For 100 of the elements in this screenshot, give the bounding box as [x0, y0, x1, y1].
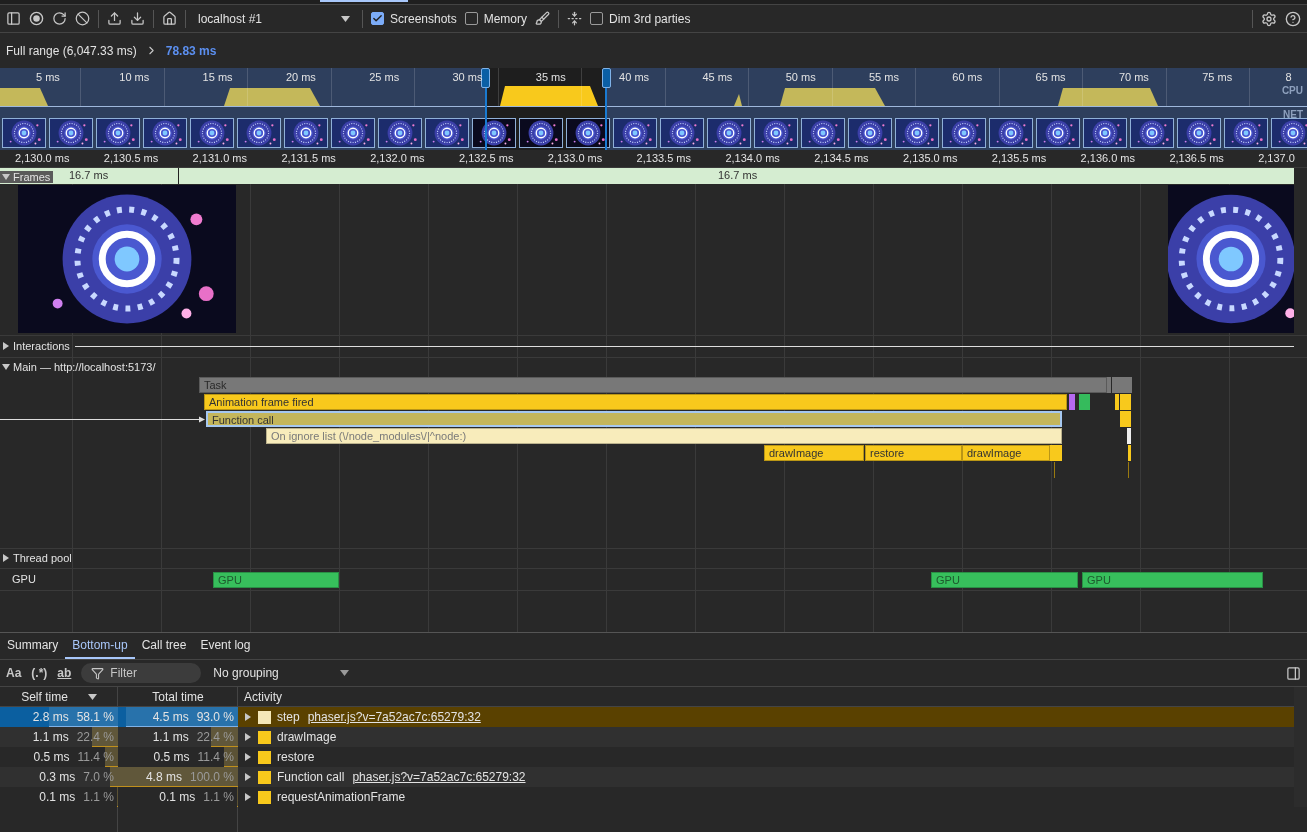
download-icon[interactable]	[130, 11, 145, 26]
checkbox[interactable]	[464, 12, 478, 25]
expand-icon[interactable]	[2, 554, 10, 562]
match-toggle[interactable]: (.*)	[31, 666, 48, 680]
sidebar-toggle-icon[interactable]	[1286, 665, 1301, 681]
track-header[interactable]: Main — http://localhost:5173/	[0, 361, 159, 373]
time-tick: 2,135.0 ms	[903, 152, 958, 164]
flame-event[interactable]: Function call	[206, 411, 1062, 427]
time-tick: 15 ms	[202, 71, 233, 83]
breadcrumb[interactable]: 78.83 ms	[165, 43, 217, 58]
caret-icon	[341, 15, 350, 22]
event-marker	[1128, 462, 1129, 478]
frame-duration: 16.7 ms	[69, 169, 109, 181]
time-tick: 2,136.0 ms	[1080, 152, 1135, 164]
checkbox-option[interactable]: Dim 3rd parties	[590, 11, 691, 26]
time-tick: 2,130.0 ms	[15, 152, 70, 164]
sidebar-toggle-icon[interactable]	[6, 11, 21, 26]
help-icon[interactable]	[1285, 10, 1301, 27]
time-cell: 2.8 ms 58.1 %	[0, 707, 118, 727]
time-tick: 25 ms	[369, 71, 400, 83]
details-tab[interactable]: Bottom-up	[65, 638, 135, 659]
settings-icon[interactable]	[1261, 10, 1277, 27]
track-header[interactable]: Thread pool	[0, 552, 75, 564]
expand-icon[interactable]	[244, 713, 252, 721]
grouping-select[interactable]: No grouping	[213, 666, 350, 680]
time-tick: 2,134.5 ms	[814, 152, 869, 164]
time-cell: 1.1 ms 22.4 %	[0, 727, 118, 747]
event-marker	[1054, 462, 1055, 478]
time-tick: 35 ms	[535, 71, 566, 83]
flame-event[interactable]: restore	[865, 445, 962, 461]
time-tick: 75 ms	[1202, 71, 1233, 83]
source-link[interactable]: phaser.js?v=7a52ac7c:65279:32	[352, 770, 526, 784]
gpu-event[interactable]: GPU	[1082, 572, 1263, 588]
time-cell: 4.8 ms 100.0 %	[118, 767, 238, 787]
expand-icon[interactable]	[244, 773, 252, 781]
time-tick: 2,136.5 ms	[1169, 152, 1224, 164]
checkbox[interactable]	[590, 12, 604, 25]
time-tick: 2,131.0 ms	[192, 152, 247, 164]
lane-label: NET	[1283, 109, 1303, 120]
time-tick: 55 ms	[869, 71, 899, 83]
time-tick: 2,133.5 ms	[636, 152, 691, 164]
collapse-icon[interactable]	[567, 11, 583, 26]
caret-icon	[340, 670, 350, 676]
expand-icon[interactable]	[244, 733, 252, 741]
checkbox-option[interactable]: Memory	[464, 11, 528, 26]
reload-icon[interactable]	[52, 11, 67, 26]
details-tab[interactable]: Summary	[0, 638, 66, 659]
time-tick: 60 ms	[952, 71, 983, 83]
time-tick: 2,132.5 ms	[459, 152, 514, 164]
time-cell: 4.5 ms 93.0 %	[118, 707, 238, 727]
flame-event[interactable]: drawImage	[962, 445, 1050, 461]
time-tick: 2,134.0 ms	[725, 152, 780, 164]
expand-icon[interactable]	[2, 173, 10, 181]
flame-event[interactable]: drawImage	[764, 445, 864, 461]
time-cell: 1.1 ms 22.4 %	[118, 727, 238, 747]
time-tick: 70 ms	[1118, 71, 1149, 83]
range-handle[interactable]	[481, 68, 490, 88]
time-tick: 2,137.0	[1258, 152, 1295, 164]
filter-icon	[91, 666, 105, 680]
time-tick: 2,135.5 ms	[991, 152, 1047, 164]
brush-icon[interactable]	[535, 11, 551, 26]
time-tick: 5 ms	[36, 71, 60, 83]
gpu-event[interactable]: GPU	[931, 572, 1078, 588]
checkbox[interactable]	[371, 12, 384, 25]
time-tick: 2,133.0 ms	[547, 152, 603, 164]
time-cell: 0.3 ms 7.0 %	[0, 767, 118, 787]
source-link[interactable]: phaser.js?v=7a52ac7c:65279:32	[307, 710, 481, 724]
sort-icon	[87, 693, 97, 700]
clear-icon[interactable]	[75, 11, 90, 26]
home-icon[interactable]	[162, 11, 177, 26]
expand-icon[interactable]	[244, 793, 252, 801]
expand-icon[interactable]	[244, 753, 252, 761]
expand-icon[interactable]	[2, 363, 10, 371]
match-toggle[interactable]: ab	[57, 666, 72, 680]
time-tick: 2,132.0 ms	[370, 152, 425, 164]
time-tick: 10 ms	[119, 71, 150, 83]
record-icon[interactable]	[29, 11, 44, 26]
flame-event[interactable]: Animation frame fired	[204, 394, 1067, 410]
details-tab[interactable]: Call tree	[134, 638, 194, 659]
activity-cell[interactable]: step phaser.js?v=7a52ac7c:65279:32	[238, 707, 1294, 727]
filter-field[interactable]: Filter	[81, 663, 202, 683]
gpu-event[interactable]: GPU	[213, 572, 339, 588]
flame-event[interactable]: On ignore list (\/node_modules\/|^node:)	[266, 428, 1062, 444]
time-tick: 50 ms	[785, 71, 816, 83]
activity-cell[interactable]: Function call phaser.js?v=7a52ac7c:65279:32	[238, 767, 1294, 787]
match-toggle[interactable]: Aa	[6, 666, 22, 680]
activity-cell[interactable]: drawImage	[238, 727, 1294, 747]
scrollbar[interactable]	[1294, 687, 1307, 807]
upload-icon[interactable]	[107, 11, 122, 26]
track-header: GPU	[11, 573, 37, 585]
breadcrumb[interactable]: Full range (6,047.33 ms)	[6, 43, 137, 58]
expand-icon[interactable]	[2, 342, 10, 350]
checkbox-option[interactable]: Screenshots	[371, 11, 457, 26]
track-header[interactable]: Frames	[0, 171, 54, 183]
target-select[interactable]: localhost #1	[194, 11, 354, 26]
track-header[interactable]: Interactions	[0, 340, 73, 352]
time-tick: 8	[1285, 71, 1292, 83]
time-tick: 65 ms	[1035, 71, 1066, 83]
range-handle[interactable]	[602, 68, 611, 88]
details-tab[interactable]: Event log	[193, 638, 258, 659]
